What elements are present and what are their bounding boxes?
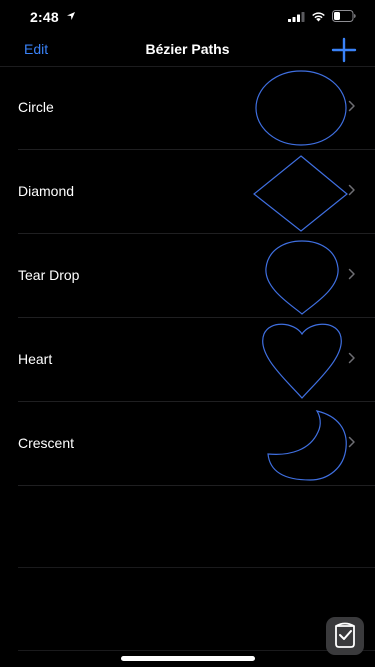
chevron-right-icon — [348, 352, 355, 364]
cellular-signal-icon — [288, 12, 305, 22]
navigation-bar: Edit Bézier Paths — [0, 34, 375, 67]
paths-list: Circle Diamond Tear Drop Heart Crescent — [0, 66, 375, 486]
chevron-right-icon — [348, 100, 355, 112]
wifi-icon — [312, 12, 325, 22]
list-item-heart[interactable]: Heart — [18, 318, 375, 402]
status-bar: 2:48 — [0, 0, 375, 34]
row-label: Circle — [18, 99, 54, 115]
page-title: Bézier Paths — [145, 41, 230, 57]
row-label: Heart — [18, 351, 53, 367]
status-time: 2:48 — [30, 9, 59, 25]
heart-path-icon — [262, 323, 342, 399]
diamond-path-icon — [253, 155, 348, 232]
app-badge-icon — [335, 622, 355, 648]
row-label: Crescent — [18, 435, 75, 451]
chevron-right-icon — [348, 184, 355, 196]
list-item-crescent[interactable]: Crescent — [18, 402, 375, 486]
home-indicator[interactable] — [121, 656, 255, 661]
plus-icon[interactable] — [331, 37, 357, 63]
tear-drop-path-icon — [265, 240, 339, 315]
app-badge-button[interactable] — [326, 617, 364, 655]
row-label: Tear Drop — [18, 267, 80, 283]
list-item-diamond[interactable]: Diamond — [18, 150, 375, 234]
battery-icon — [332, 10, 356, 22]
location-arrow-icon — [67, 12, 75, 20]
chevron-right-icon — [348, 268, 355, 280]
chevron-right-icon — [348, 436, 355, 448]
row-label: Diamond — [18, 183, 75, 199]
list-item-circle[interactable]: Circle — [18, 66, 375, 150]
empty-row-separator — [18, 650, 375, 651]
empty-row-separator — [18, 567, 375, 568]
list-item-tear-drop[interactable]: Tear Drop — [18, 234, 375, 318]
crescent-path-icon — [267, 410, 347, 481]
circle-path-icon — [255, 70, 347, 146]
